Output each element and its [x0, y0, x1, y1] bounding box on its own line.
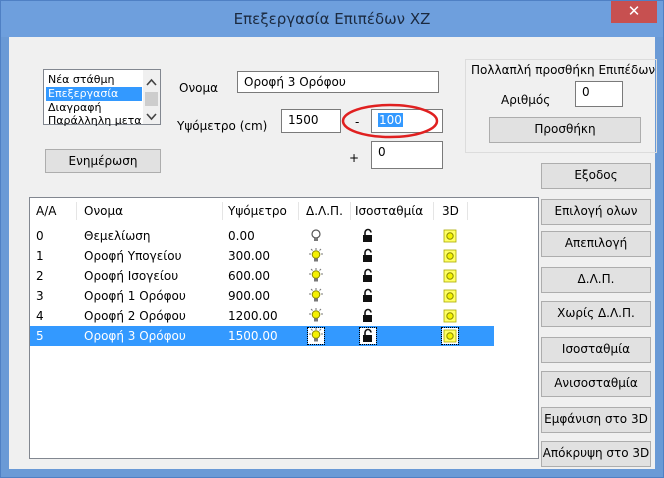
show-3d-button[interactable]: Εμφάνιση στο 3D [541, 407, 651, 433]
plus-sign: + [349, 151, 360, 165]
mode-item-delete[interactable]: Διαγραφή [46, 101, 142, 115]
name-field[interactable]: Οροφή 3 Ορόφου [237, 71, 439, 93]
dlp-bulb-icon[interactable] [307, 327, 325, 345]
table-row[interactable]: 4 Οροφή 2 Ορόφου 1200.00 [30, 306, 494, 326]
no-dlp-button[interactable]: Χωρίς Δ.Λ.Π. [541, 301, 651, 327]
level-lock-icon[interactable] [360, 288, 376, 304]
count-label: Αριθμός [501, 93, 551, 107]
scroll-thumb[interactable] [145, 92, 158, 106]
select-all-button[interactable]: Επιλογή ολων [541, 199, 651, 225]
col-header-3d[interactable]: 3D [442, 204, 459, 218]
cell-name: Οροφή 2 Ορόφου [84, 309, 186, 323]
cell-height: 0.00 [228, 229, 255, 243]
cell-height: 600.00 [228, 269, 270, 283]
cell-name: Οροφή Υπογείου [84, 249, 182, 263]
cell-height: 900.00 [228, 289, 270, 303]
height-field[interactable]: 1500 [281, 109, 341, 133]
levels-table[interactable]: Α/Α Ονομα Υψόμετρο Δ.Λ.Π. Ισοσταθμία 3D … [29, 197, 539, 459]
col-header-height[interactable]: Υψόμετρο [228, 204, 287, 218]
dlp-bulb-icon[interactable] [308, 268, 324, 284]
dialog-body: Νέα στάθμη Επεξεργασία Διαγραφή Παράλληλ… [9, 37, 657, 469]
cell-aa: 2 [36, 269, 44, 283]
level-lock-icon[interactable] [360, 228, 376, 244]
count-field[interactable]: 0 [575, 81, 623, 107]
cell-name: Οροφή 1 Ορόφου [84, 289, 186, 303]
mode-item-edit[interactable]: Επεξεργασία [46, 87, 142, 101]
cell-name: Θεμελίωση [84, 229, 151, 243]
visible-3d-icon[interactable] [442, 268, 458, 284]
level-button[interactable]: Ισοσταθμία [541, 337, 651, 363]
level-lock-icon[interactable] [360, 308, 376, 324]
window-title: Επεξεργασία Επιπέδων XZ [233, 10, 431, 28]
dlp-bulb-icon[interactable] [308, 248, 324, 264]
cell-height: 1500.00 [228, 329, 278, 343]
col-header-dlp[interactable]: Δ.Λ.Π. [306, 204, 343, 218]
multi-add-title: Πολλαπλή προσθήκη Επιπέδων [471, 63, 656, 77]
visible-3d-icon[interactable] [441, 327, 459, 345]
dlp-bulb-icon[interactable] [308, 288, 324, 304]
dlp-bulb-icon[interactable] [308, 308, 324, 324]
mode-item-new[interactable]: Νέα στάθμη [46, 73, 142, 87]
cell-aa: 0 [36, 229, 44, 243]
title-bar[interactable]: Επεξεργασία Επιπέδων XZ ✕ [1, 1, 663, 37]
visible-3d-icon[interactable] [442, 228, 458, 244]
cell-name: Οροφή Ισογείου [84, 269, 179, 283]
col-header-name[interactable]: Ονομα [84, 204, 123, 218]
col-header-aa[interactable]: Α/Α [36, 204, 56, 218]
cell-aa: 4 [36, 309, 44, 323]
scroll-up-icon[interactable] [143, 74, 160, 91]
table-row[interactable]: 3 Οροφή 1 Ορόφου 900.00 [30, 286, 494, 306]
col-header-level[interactable]: Ισοσταθμία [355, 204, 423, 218]
level-lock-icon[interactable] [360, 248, 376, 264]
visible-3d-icon[interactable] [442, 248, 458, 264]
dlp-bulb-icon[interactable] [308, 228, 324, 244]
table-row[interactable]: 5 Οροφή 3 Ορόφου 1500.00 [30, 326, 494, 346]
scroll-down-icon[interactable] [143, 108, 160, 125]
exit-button[interactable]: Εξοδος [541, 163, 651, 189]
plus-offset-field[interactable]: 0 [371, 141, 443, 169]
mode-listbox[interactable]: Νέα στάθμη Επεξεργασία Διαγραφή Παράλληλ… [43, 69, 161, 128]
cell-aa: 5 [36, 329, 44, 343]
visible-3d-icon[interactable] [442, 308, 458, 324]
level-lock-icon[interactable] [360, 268, 376, 284]
table-row[interactable]: 2 Οροφή Ισογείου 600.00 [30, 266, 494, 286]
dialog-window: Επεξεργασία Επιπέδων XZ ✕ Νέα στάθμη Επε… [0, 0, 664, 478]
mode-scrollbar[interactable] [143, 70, 160, 124]
unlevel-button[interactable]: Ανισοσταθμία [541, 371, 651, 397]
mode-item-parallel[interactable]: Παράλληλη μεταφορά [46, 114, 142, 128]
hide-3d-button[interactable]: Απόκρυψη στο 3D [541, 441, 651, 467]
annotation-ellipse [341, 103, 439, 139]
cell-height: 1200.00 [228, 309, 278, 323]
close-button[interactable]: ✕ [611, 1, 657, 23]
cell-name: Οροφή 3 Ορόφου [84, 329, 186, 343]
dlp-button[interactable]: Δ.Λ.Π. [541, 267, 651, 293]
name-label: Ονομα [179, 81, 219, 95]
table-row[interactable]: 1 Οροφή Υπογείου 300.00 [30, 246, 494, 266]
cell-height: 300.00 [228, 249, 270, 263]
table-row[interactable]: 0 Θεμελίωση 0.00 [30, 226, 494, 246]
height-label: Υψόμετρο (cm) [177, 119, 268, 133]
level-lock-icon[interactable] [359, 327, 377, 345]
cell-aa: 1 [36, 249, 44, 263]
add-button[interactable]: Προσθήκη [489, 117, 641, 143]
visible-3d-icon[interactable] [442, 288, 458, 304]
update-button[interactable]: Ενημέρωση [45, 149, 161, 173]
cell-aa: 3 [36, 289, 44, 303]
deselect-button[interactable]: Απεπιλογή [541, 231, 651, 257]
